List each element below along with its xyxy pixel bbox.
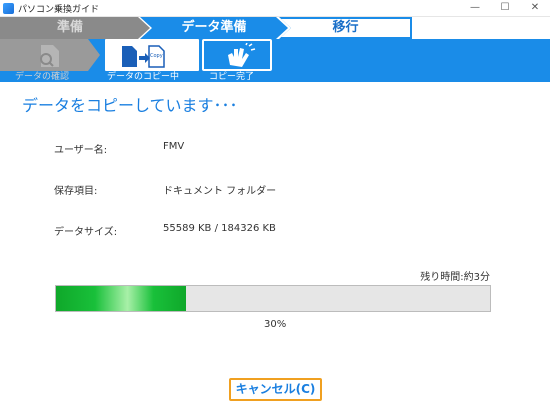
maximize-button[interactable]: ☐ [490, 0, 520, 17]
copy-icon: Copy [122, 45, 165, 68]
document-check-icon [40, 45, 59, 67]
step-indicator: 準備 データ準備 移行 [0, 17, 550, 39]
substep-band: データの確認 Copy データのコピー中 コピー完了 [0, 39, 550, 82]
step-prep: 準備 [0, 17, 150, 39]
progress-percent: 30% [264, 319, 287, 330]
step-move-label: 移行 [281, 19, 410, 37]
user-name-value: FMV [163, 141, 185, 152]
progress-fill [56, 286, 187, 311]
title-bar: パソコン乗換ガイド — ☐ ✕ [0, 0, 550, 17]
window-title: パソコン乗換ガイド [18, 5, 100, 15]
svg-text:Copy: Copy [150, 53, 163, 59]
page-heading: データをコピーしています･･･ [22, 96, 238, 115]
user-name-label: ユーザー名: [54, 145, 108, 156]
saved-items-label: 保存項目: [54, 186, 98, 197]
data-size-label: データサイズ: [54, 227, 118, 238]
saved-items-value: ドキュメント フォルダー [163, 186, 277, 197]
progress-bar [55, 285, 491, 312]
app-icon [3, 3, 14, 14]
step-data-prep-label: データ準備 [181, 20, 247, 35]
clapping-hands-icon [228, 43, 256, 67]
close-button[interactable]: ✕ [520, 0, 550, 17]
substep-copying: Copy [105, 39, 199, 71]
substep-check-label: データの確認 [15, 72, 70, 82]
substep-done [202, 39, 272, 71]
step-data-prep: データ準備 [140, 17, 288, 39]
substep-copying-label: データのコピー中 [107, 72, 180, 82]
substep-done-label: コピー完了 [209, 72, 255, 82]
minimize-button[interactable]: — [460, 0, 490, 17]
data-size-value: 55589 KB / 184326 KB [163, 223, 276, 234]
step-move: 移行 [279, 17, 412, 39]
remaining-time: 残り時間:約3分 [420, 272, 490, 283]
cancel-button[interactable]: キャンセル(C) [229, 378, 322, 401]
step-prep-label: 準備 [56, 20, 83, 35]
